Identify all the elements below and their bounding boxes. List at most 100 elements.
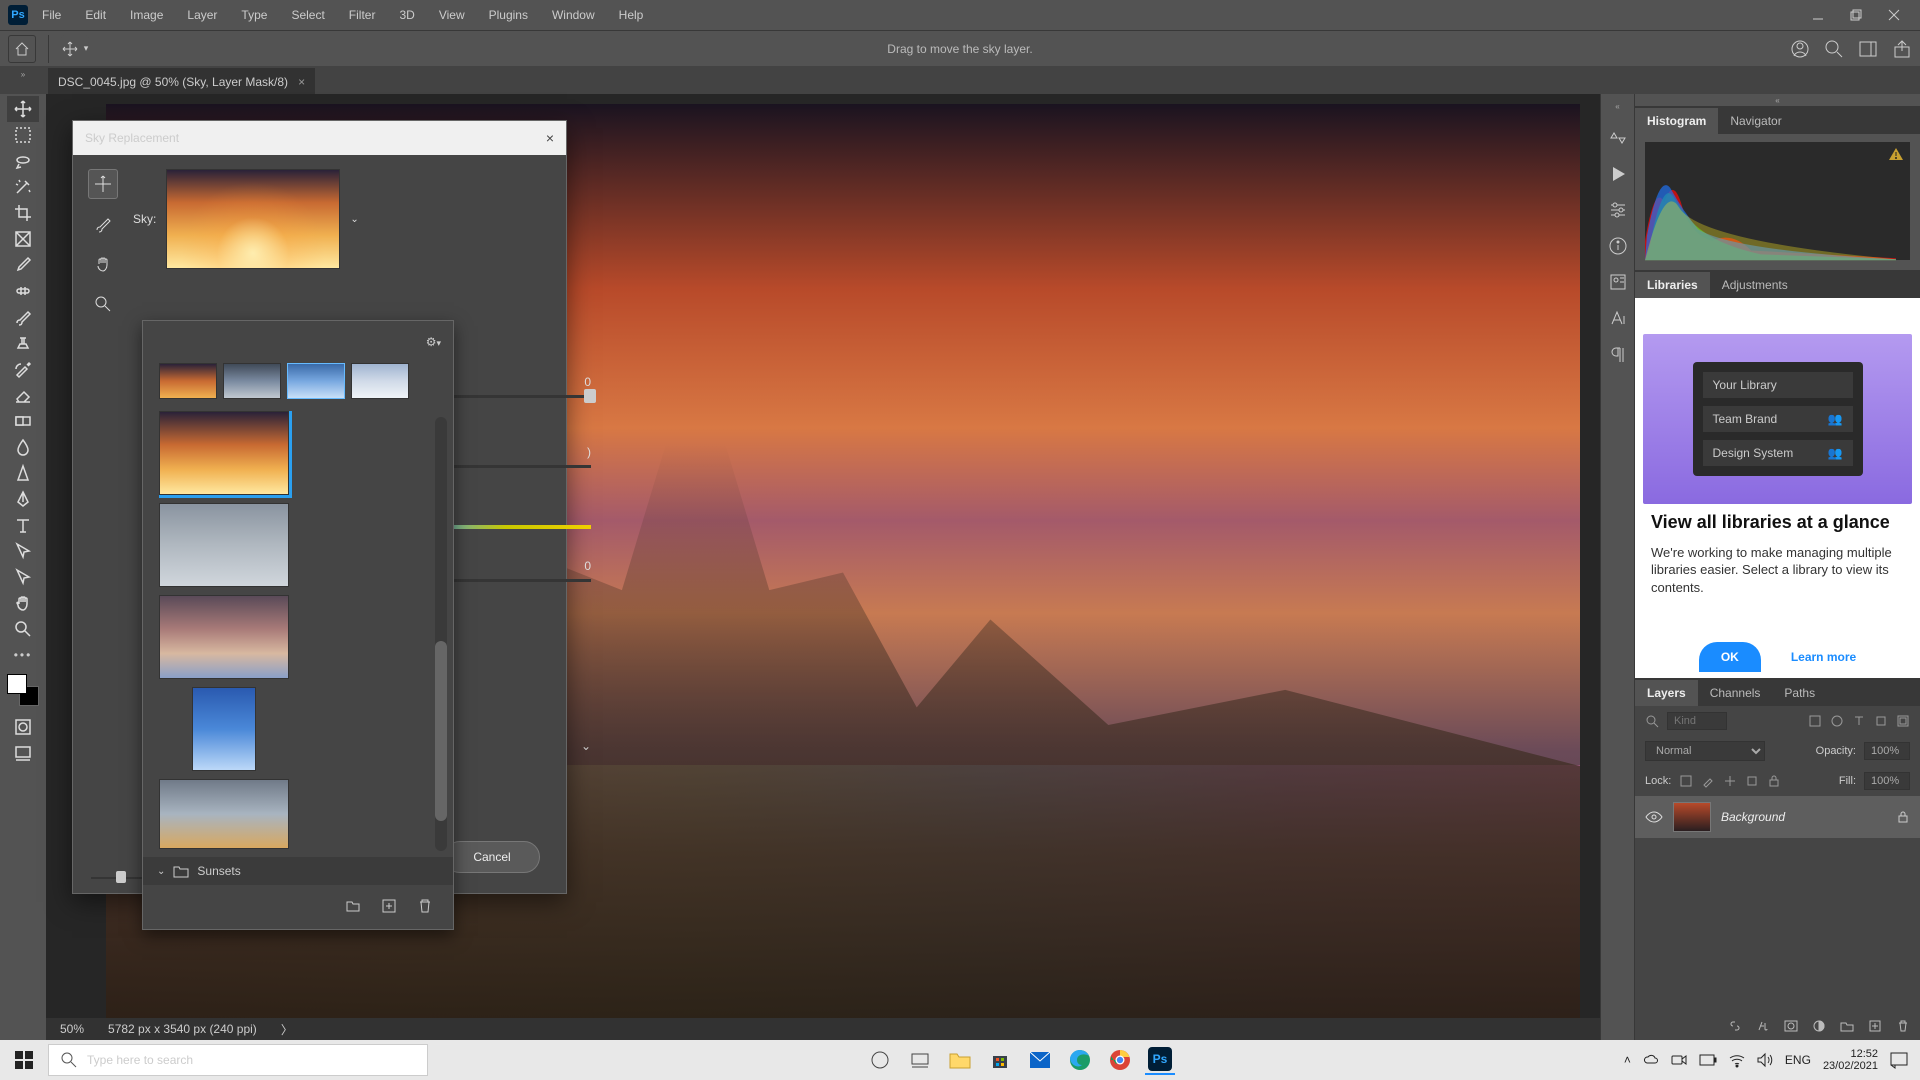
menu-image[interactable]: Image: [120, 4, 173, 26]
play-icon[interactable]: [1608, 164, 1628, 184]
quick-mask-icon[interactable]: [7, 714, 39, 740]
sky-preset-picker[interactable]: ⚙▾ ⌄ Sunsets: [142, 320, 454, 930]
menu-window[interactable]: Window: [542, 4, 605, 26]
import-folder-icon[interactable]: [345, 898, 361, 914]
lock-icon[interactable]: [1896, 810, 1910, 824]
dialog-hand-tool[interactable]: [88, 249, 118, 279]
path-selection-tool[interactable]: [7, 538, 39, 564]
photoshop-taskbar-icon[interactable]: Ps: [1145, 1045, 1175, 1075]
chevron-down-icon[interactable]: ⌄: [157, 866, 165, 877]
tab-layers[interactable]: Layers: [1635, 680, 1698, 706]
tab-paths[interactable]: Paths: [1772, 680, 1827, 706]
document-tab[interactable]: DSC_0045.jpg @ 50% (Sky, Layer Mask/8) ×: [48, 68, 315, 94]
eyedropper-tool[interactable]: [7, 252, 39, 278]
expand-panels-chevron-icon[interactable]: «: [1635, 94, 1920, 106]
layer-fx-icon[interactable]: [1756, 1019, 1770, 1033]
sky-preset-item[interactable]: [159, 503, 289, 587]
direct-selection-tool[interactable]: [7, 564, 39, 590]
filter-smart-icon[interactable]: [1896, 714, 1910, 728]
libraries-learn-more-link[interactable]: Learn more: [1791, 650, 1856, 664]
minimize-button[interactable]: [1800, 2, 1836, 28]
filter-type-icon[interactable]: [1852, 714, 1866, 728]
zoom-level[interactable]: 50%: [60, 1022, 84, 1036]
move-tool-indicator[interactable]: ▾: [61, 35, 89, 63]
delete-preset-icon[interactable]: [417, 898, 433, 914]
menu-plugins[interactable]: Plugins: [479, 4, 538, 26]
workspace-icon[interactable]: [1858, 39, 1878, 59]
recent-sky-thumb[interactable]: [351, 363, 409, 399]
move-tool[interactable]: [7, 96, 39, 122]
restore-button[interactable]: [1838, 2, 1874, 28]
battery-icon[interactable]: [1699, 1054, 1717, 1066]
status-caret-icon[interactable]: 〉: [281, 1021, 293, 1038]
actions-icon[interactable]: [1608, 128, 1628, 148]
menu-layer[interactable]: Layer: [177, 4, 227, 26]
home-button[interactable]: [8, 35, 36, 63]
new-preset-icon[interactable]: [381, 898, 397, 914]
character-icon[interactable]: [1608, 308, 1628, 328]
menu-file[interactable]: File: [32, 4, 71, 26]
menu-view[interactable]: View: [429, 4, 475, 26]
layer-name[interactable]: Background: [1721, 810, 1785, 824]
lock-position-icon[interactable]: [1723, 774, 1737, 788]
lock-artboard-icon[interactable]: [1745, 774, 1759, 788]
cortana-icon[interactable]: [865, 1045, 895, 1075]
search-icon[interactable]: [1824, 39, 1844, 59]
libraries-ok-button[interactable]: OK: [1699, 642, 1761, 672]
filter-pixel-icon[interactable]: [1808, 714, 1822, 728]
meet-now-icon[interactable]: [1671, 1052, 1687, 1068]
hand-tool[interactable]: [7, 590, 39, 616]
cancel-button[interactable]: Cancel: [444, 841, 540, 873]
visibility-icon[interactable]: [1645, 808, 1663, 826]
paragraph-icon[interactable]: [1608, 344, 1628, 364]
sky-preview-thumbnail[interactable]: [166, 169, 340, 269]
blend-mode-select[interactable]: Normal: [1645, 741, 1765, 761]
menu-edit[interactable]: Edit: [75, 4, 116, 26]
fill-input[interactable]: [1864, 772, 1910, 790]
microsoft-store-icon[interactable]: [985, 1045, 1015, 1075]
gradient-tool[interactable]: [7, 408, 39, 434]
sky-preset-item[interactable]: [159, 779, 289, 849]
expand-rail-chevron-icon[interactable]: «: [1601, 100, 1634, 112]
recent-sky-thumb[interactable]: [287, 363, 345, 399]
dialog-titlebar[interactable]: Sky Replacement ×: [73, 121, 566, 155]
menu-help[interactable]: Help: [609, 4, 654, 26]
color-swatches[interactable]: [7, 674, 39, 706]
filter-shape-icon[interactable]: [1874, 714, 1888, 728]
sky-preset-item[interactable]: [159, 411, 289, 495]
tab-histogram[interactable]: Histogram: [1635, 108, 1718, 134]
history-brush-tool[interactable]: [7, 356, 39, 382]
file-explorer-icon[interactable]: [945, 1045, 975, 1075]
magic-wand-tool[interactable]: [7, 174, 39, 200]
sky-preset-item[interactable]: [192, 687, 256, 771]
lock-all-icon[interactable]: [1767, 774, 1781, 788]
edit-toolbar-icon[interactable]: •••: [7, 642, 39, 668]
type-tool[interactable]: [7, 512, 39, 538]
layer-row-background[interactable]: Background: [1635, 796, 1920, 838]
picker-category-row[interactable]: ⌄ Sunsets: [143, 857, 453, 885]
adjustments-icon[interactable]: [1608, 200, 1628, 220]
info-icon[interactable]: [1608, 236, 1628, 256]
delete-layer-icon[interactable]: [1896, 1019, 1910, 1033]
zoom-tool[interactable]: [7, 616, 39, 642]
close-tab-icon[interactable]: ×: [298, 75, 305, 89]
lock-paint-icon[interactable]: [1701, 774, 1715, 788]
menu-3d[interactable]: 3D: [389, 4, 424, 26]
onedrive-icon[interactable]: [1643, 1052, 1659, 1068]
mail-icon[interactable]: [1025, 1045, 1055, 1075]
blur-tool[interactable]: [7, 434, 39, 460]
close-button[interactable]: [1876, 2, 1912, 28]
new-layer-icon[interactable]: [1868, 1019, 1882, 1033]
volume-icon[interactable]: [1757, 1053, 1773, 1067]
menu-select[interactable]: Select: [281, 4, 334, 26]
add-mask-icon[interactable]: [1784, 1019, 1798, 1033]
document-info[interactable]: 5782 px x 3540 px (240 ppi): [108, 1022, 257, 1036]
eraser-tool[interactable]: [7, 382, 39, 408]
sky-preset-item[interactable]: [159, 595, 289, 679]
picker-scrollbar-thumb[interactable]: [435, 641, 447, 821]
lock-transparent-icon[interactable]: [1679, 774, 1693, 788]
dialog-move-tool[interactable]: [88, 169, 118, 199]
dialog-sky-brush-tool[interactable]: [88, 209, 118, 239]
lasso-tool[interactable]: [7, 148, 39, 174]
tab-navigator[interactable]: Navigator: [1718, 108, 1793, 134]
